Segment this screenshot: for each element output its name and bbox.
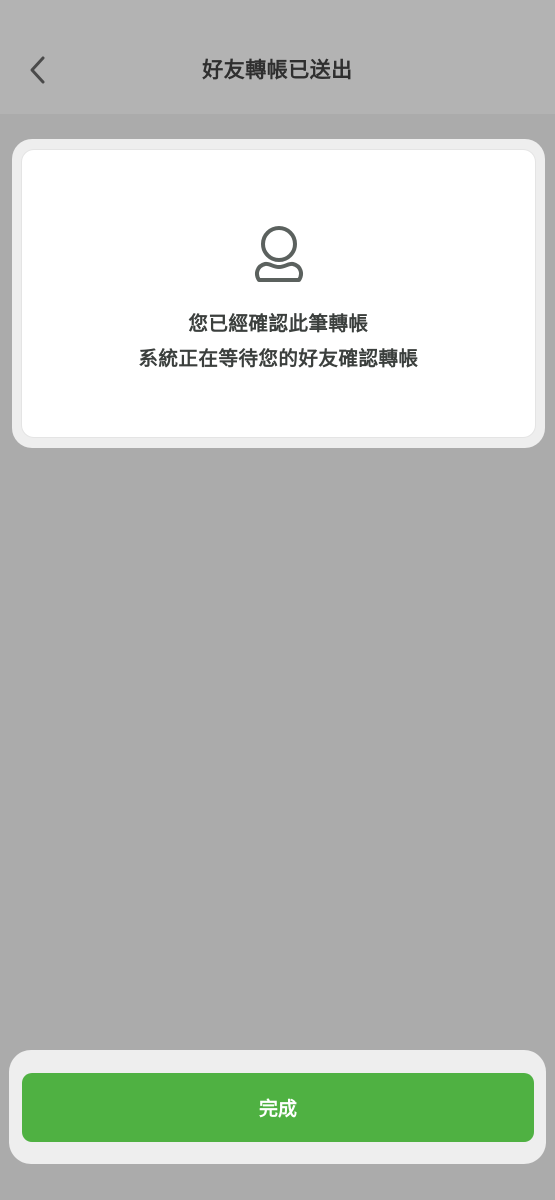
person-icon bbox=[255, 226, 303, 282]
top-bar: 好友轉帳已送出 bbox=[0, 0, 555, 114]
done-button[interactable]: 完成 bbox=[22, 1073, 534, 1142]
footer-panel: 完成 bbox=[9, 1050, 546, 1164]
confirmation-message: 您已經確認此筆轉帳 bbox=[188, 312, 369, 335]
status-card-content: 您已經確認此筆轉帳 系統正在等待您的好友確認轉帳 bbox=[22, 150, 535, 437]
waiting-message: 系統正在等待您的好友確認轉帳 bbox=[138, 347, 419, 370]
page-title: 好友轉帳已送出 bbox=[202, 58, 353, 82]
status-card: 您已經確認此筆轉帳 系統正在等待您的好友確認轉帳 bbox=[12, 139, 545, 448]
